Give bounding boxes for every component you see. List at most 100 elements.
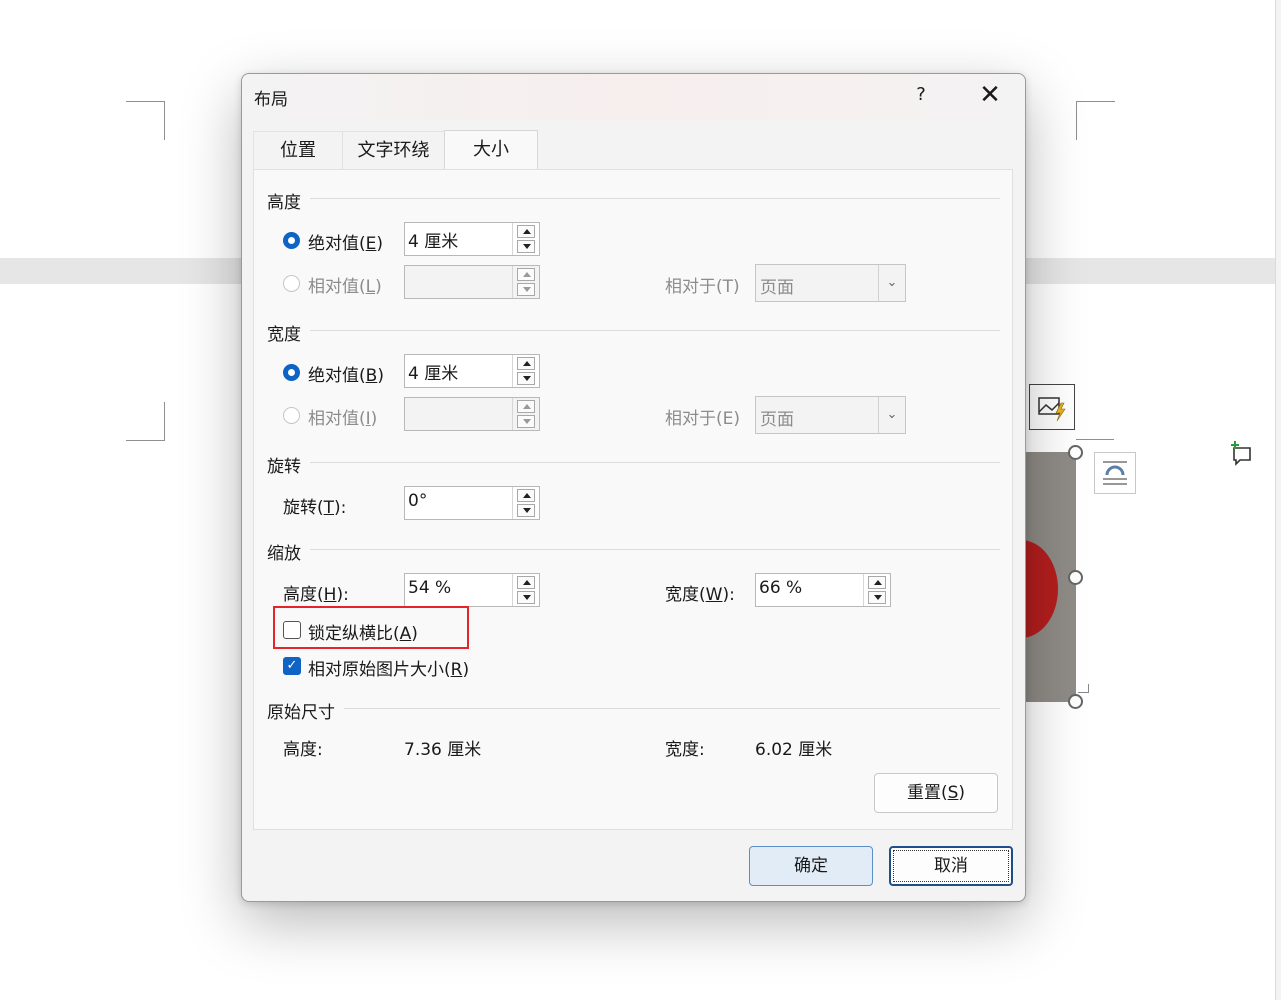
width-relative-spin-buttons [512,398,539,430]
scale-width-spinbox[interactable]: 66 % [755,573,891,607]
rotation-label-post: ): [334,498,347,518]
width-relative-label[interactable]: 相对值(I) [308,404,377,429]
scale-height-decrement[interactable] [517,591,535,604]
scale-height-label: 高度(H): [283,580,349,605]
paragraph-mark-icon [1078,684,1089,693]
picture-red-shape [1024,540,1058,638]
height-relative-spinbox[interactable] [404,265,540,299]
original-size-section-divider [344,708,1000,709]
width-relative-spinbox[interactable] [404,397,540,431]
height-relative-label-key: L [365,277,376,297]
layout-options-button[interactable] [1094,452,1136,494]
image-insert-button[interactable] [1029,384,1075,430]
crop-mark-top-left [126,101,165,140]
relative-to-original-checkbox[interactable]: ✓ [283,657,301,675]
height-relative-label-pre: 相对值( [308,277,366,297]
scale-width-label-pre: 宽度( [665,585,706,605]
width-absolute-spinbox[interactable]: 4 厘米 [404,354,540,388]
original-height-value: 7.36 厘米 [404,740,482,760]
height-absolute-label[interactable]: 绝对值(E) [308,229,383,254]
tab-text-wrapping[interactable]: 文字环绕 [342,131,445,170]
scale-height-label-pre: 高度( [283,585,324,605]
resize-handle-middle-right[interactable] [1068,570,1083,585]
rotation-spin-buttons [512,487,539,519]
crop-mark-bottom-left [126,402,165,441]
new-comment-button[interactable] [1226,438,1256,468]
help-icon[interactable]: ? [906,84,936,105]
scale-section-divider [310,549,1000,550]
new-comment-icon [1231,441,1251,466]
width-absolute-label-key: B [365,366,378,386]
height-absolute-label-post: ) [376,234,384,254]
rotation-value[interactable]: 0° [408,491,427,511]
scale-height-label-key: H [323,585,337,605]
scale-width-decrement[interactable] [868,591,886,604]
chevron-down-icon[interactable]: ⌄ [878,397,905,433]
width-absolute-decrement[interactable] [517,372,535,385]
height-relative-label-post: ) [375,277,382,297]
scale-height-increment[interactable] [517,576,535,589]
chevron-down-icon[interactable]: ⌄ [878,265,905,301]
resize-handle-top-right[interactable] [1068,445,1083,460]
width-relative-decrement[interactable] [517,415,535,428]
layout-dialog: 布局 ? ✕ 位置 文字环绕 大小 高度 绝对值(E) 4 厘米 相对值(L) … [241,73,1026,902]
width-relative-label-post: ) [370,409,378,429]
height-absolute-decrement[interactable] [517,240,535,253]
rotation-section-title: 旋转 [267,457,301,477]
tab-position[interactable]: 位置 [253,131,343,170]
rotation-decrement[interactable] [517,504,535,517]
reset-button[interactable]: 重置(S) [874,773,998,813]
width-relative-to-dropdown[interactable]: 页面 ⌄ [755,396,906,434]
cancel-button[interactable]: 取消 [889,846,1013,886]
scale-height-label-post: ): [336,585,349,605]
vertical-scrollbar[interactable] [1275,0,1281,1000]
dialog-title: 布局 [254,90,288,110]
reset-button-pre: 重置( [906,783,948,803]
height-relative-to-label: 相对于(T) [665,277,740,297]
scale-height-spin-buttons [512,574,539,606]
tab-size[interactable]: 大小 [444,130,538,171]
width-section-divider [310,330,1000,331]
height-relative-increment[interactable] [517,268,535,281]
scale-height-value[interactable]: 54 % [408,578,451,598]
rotation-spinbox[interactable]: 0° [404,486,540,520]
width-absolute-label-pre: 绝对值( [308,366,366,386]
rotation-increment[interactable] [517,489,535,502]
close-icon[interactable]: ✕ [975,80,1005,110]
width-absolute-value[interactable]: 4 厘米 [408,359,458,384]
scale-width-increment[interactable] [868,576,886,589]
width-relative-radio[interactable] [283,407,300,424]
height-relative-label[interactable]: 相对值(L) [308,272,382,297]
width-absolute-radio[interactable] [283,364,300,381]
reset-button-post: ) [958,783,966,803]
relative-to-original-label[interactable]: 相对原始图片大小(R) [308,655,469,680]
scale-width-label: 宽度(W): [665,580,735,605]
width-absolute-increment[interactable] [517,357,535,370]
height-section-divider [310,198,1000,199]
resize-handle-bottom-right[interactable] [1068,694,1083,709]
scale-section-title: 缩放 [267,544,301,564]
height-absolute-radio[interactable] [283,232,300,249]
height-absolute-value[interactable]: 4 厘米 [408,227,458,252]
crop-mark-top-right [1076,101,1115,140]
height-absolute-increment[interactable] [517,225,535,238]
original-size-section-title: 原始尺寸 [267,703,335,723]
width-absolute-label[interactable]: 绝对值(B) [308,361,384,386]
height-relative-radio[interactable] [283,275,300,292]
height-absolute-label-pre: 绝对值( [308,234,366,254]
annotation-highlight-box [273,606,469,649]
scale-width-value[interactable]: 66 % [759,578,802,598]
layout-options-icon [1103,461,1127,485]
scale-width-spin-buttons [863,574,890,606]
ok-button[interactable]: 确定 [749,846,873,886]
height-relative-spin-buttons [512,266,539,298]
height-relative-to-dropdown[interactable]: 页面 ⌄ [755,264,906,302]
height-absolute-spinbox[interactable]: 4 厘米 [404,222,540,256]
height-absolute-spin-buttons [512,223,539,255]
rotation-label: 旋转(T): [283,493,346,518]
width-section-title: 宽度 [267,325,301,345]
width-relative-increment[interactable] [517,400,535,413]
height-relative-decrement[interactable] [517,283,535,296]
width-relative-to-label: 相对于(E) [665,409,741,429]
scale-height-spinbox[interactable]: 54 % [404,573,540,607]
